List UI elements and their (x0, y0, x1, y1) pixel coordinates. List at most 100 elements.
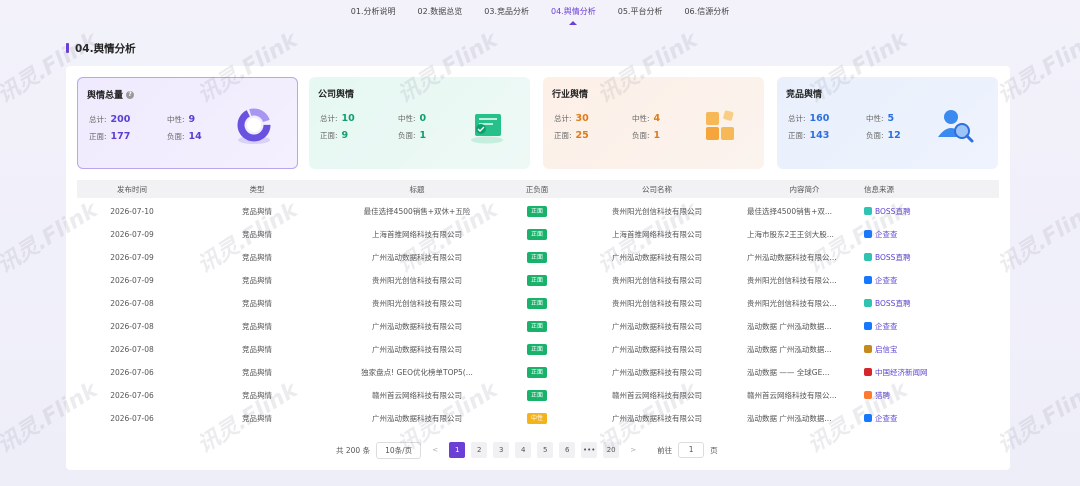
page-button-2[interactable]: 2 (471, 442, 488, 458)
card-title-text: 竞品舆情 (786, 90, 823, 100)
table-row[interactable]: 2026-07-06 竞品舆情 赣州首云网络科技有限公司 正面 赣州首云网络科技有限公司… (77, 384, 999, 407)
goto-page-input[interactable]: 1 (678, 442, 705, 458)
header-sentiment[interactable]: 正负面 (507, 184, 567, 195)
card-competitor-sentiment[interactable]: 竞品舆情 总计: 160 中性: 5 正面: 143 负面: 12 (777, 77, 998, 169)
source-link[interactable]: BOSS直聘 (864, 252, 910, 263)
cell-title[interactable]: 广州泓动数据科技有限公司 (327, 413, 507, 424)
card-industry-sentiment[interactable]: 行业舆情 总计: 30 中性: 4 正面: 25 负面: 1 (543, 77, 764, 169)
stat-positive-label: 正面: (89, 132, 107, 141)
stat-total: 总计: 10 (320, 113, 398, 124)
page-size-select[interactable]: 10条/页 (376, 441, 422, 459)
cell-summary: 贵州阳光创信科技有限公... (747, 276, 837, 285)
stat-total-label: 总计: (320, 114, 338, 123)
source-link[interactable]: 猎聘 (864, 390, 890, 401)
tab-competitor-analysis[interactable]: 03.竞品分析 (473, 0, 540, 26)
source-link[interactable]: 企查查 (864, 413, 898, 424)
cell-summary: 泓动数据 —— 全球GE... (747, 368, 830, 377)
stat-neutral: 中性: 4 (632, 113, 692, 124)
prev-page-button[interactable]: < (427, 442, 443, 458)
cell-title[interactable]: 广州泓动数据科技有限公司 (327, 344, 507, 355)
cell-title[interactable]: 贵州阳光创信科技有限公司 (327, 298, 507, 309)
tab-sentiment-analysis[interactable]: 04.舆情分析 (540, 0, 607, 26)
source-link[interactable]: 企查查 (864, 321, 898, 332)
cell-company: 赣州首云网络科技有限公司 (612, 391, 702, 400)
card-title: 公司舆情 (318, 87, 521, 100)
cell-date: 2026-07-09 (110, 253, 154, 262)
stat-negative-value: 1 (653, 130, 661, 141)
cell-title[interactable]: 最佳选择4500销售+双休+五险 (327, 206, 507, 217)
table-header: 发布时间 类型 标题 正负面 公司名称 内容简介 信息来源 (77, 180, 999, 198)
cell-source[interactable]: 企查查 (862, 275, 969, 287)
header-type[interactable]: 类型 (187, 184, 327, 195)
page-button-5[interactable]: 5 (537, 442, 554, 458)
cell-company: 上海首推网络科技有限公司 (612, 230, 702, 239)
next-page-button[interactable]: > (625, 442, 641, 458)
total-count: 共 200 条 (336, 445, 371, 455)
source-link[interactable]: BOSS直聘 (864, 206, 910, 217)
source-name: 企查查 (875, 275, 898, 285)
table-row[interactable]: 2026-07-08 竞品舆情 广州泓动数据科技有限公司 正面 广州泓动数据科技有限公司… (77, 338, 999, 361)
stat-positive-value: 177 (110, 131, 131, 142)
header-publish-time[interactable]: 发布时间 (77, 184, 187, 195)
cell-source[interactable]: 企查查 (862, 321, 969, 333)
page-button-1[interactable]: 1 (449, 442, 466, 458)
cell-source[interactable]: 启信宝 (862, 344, 969, 356)
tab-analysis-description[interactable]: 01.分析说明 (340, 0, 407, 26)
help-icon[interactable]: ? (126, 90, 135, 99)
page-button-20[interactable]: 20 (603, 442, 620, 458)
page-button-6[interactable]: 6 (559, 442, 576, 458)
cell-title[interactable]: 独家盘点! GEO优化榜单TOP5(... (327, 367, 507, 378)
table-row[interactable]: 2026-07-08 竞品舆情 广州泓动数据科技有限公司 正面 广州泓动数据科技有限公司… (77, 315, 999, 338)
cell-source[interactable]: 猎聘 (862, 390, 969, 402)
cell-title[interactable]: 广州泓动数据科技有限公司 (327, 252, 507, 263)
header-summary[interactable]: 内容简介 (747, 184, 862, 195)
source-logo-icon (864, 299, 872, 308)
tab-data-overview[interactable]: 02.数据总览 (407, 0, 474, 26)
cell-sentiment: 正面 (507, 229, 567, 240)
cell-summary: 泓动数据 广州泓动数据... (747, 414, 832, 423)
page-title: 04.舆情分析 (66, 41, 136, 56)
cell-source[interactable]: BOSS直聘 (862, 206, 969, 218)
stat-total-value: 160 (809, 113, 830, 124)
cell-source[interactable]: 企查查 (862, 413, 969, 425)
source-link[interactable]: 企查查 (864, 229, 898, 240)
sentiment-badge: 正面 (526, 321, 547, 332)
stat-positive: 正面: 177 (89, 131, 167, 142)
header-source[interactable]: 信息来源 (862, 184, 969, 195)
cell-sentiment: 正面 (507, 206, 567, 217)
page-button-3[interactable]: 3 (493, 442, 510, 458)
cell-type: 竞品舆情 (242, 414, 272, 423)
cell-source[interactable]: 中国经济新闻网 (862, 367, 969, 379)
cell-source[interactable]: BOSS直聘 (862, 298, 969, 310)
header-title[interactable]: 标题 (327, 184, 507, 195)
cell-title[interactable]: 广州泓动数据科技有限公司 (327, 321, 507, 332)
source-link[interactable]: BOSS直聘 (864, 298, 910, 309)
cell-title[interactable]: 赣州首云网络科技有限公司 (327, 390, 507, 401)
tab-platform-analysis[interactable]: 05.平台分析 (607, 0, 674, 26)
goto-suffix: 页 (710, 445, 718, 455)
source-link[interactable]: 企查查 (864, 275, 898, 286)
cell-type: 竞品舆情 (242, 253, 272, 262)
table-row[interactable]: 2026-07-06 竞品舆情 广州泓动数据科技有限公司 中性 广州泓动数据科技有限公司… (77, 407, 999, 430)
table-row[interactable]: 2026-07-08 竞品舆情 贵州阳光创信科技有限公司 正面 贵州阳光创信科技有限公司… (77, 292, 999, 315)
card-company-sentiment[interactable]: 公司舆情 总计: 10 中性: 0 正面: 9 负面: 1 (309, 77, 530, 169)
header-company[interactable]: 公司名称 (567, 184, 747, 195)
tab-source-analysis[interactable]: 06.信源分析 (673, 0, 740, 26)
table-row[interactable]: 2026-07-06 竞品舆情 独家盘点! GEO优化榜单TOP5(... 正面 广州泓… (77, 361, 999, 384)
page-button-4[interactable]: 4 (515, 442, 532, 458)
source-link[interactable]: 中国经济新闻网 (864, 367, 928, 378)
cell-source[interactable]: BOSS直聘 (862, 252, 969, 264)
table-row[interactable]: 2026-07-09 竞品舆情 上海首推网络科技有限公司 正面 上海首推网络科技有限公司… (77, 223, 999, 246)
table-row[interactable]: 2026-07-09 竞品舆情 贵州阳光创信科技有限公司 正面 贵州阳光创信科技有限公司… (77, 269, 999, 292)
table-row[interactable]: 2026-07-10 竞品舆情 最佳选择4500销售+双休+五险 正面 贵州阳光创信科技… (77, 200, 999, 223)
stat-total-label: 总计: (89, 115, 107, 124)
cell-title[interactable]: 上海首推网络科技有限公司 (327, 229, 507, 240)
more-pages-button[interactable]: ••• (581, 442, 598, 458)
cell-source[interactable]: 企查查 (862, 229, 969, 241)
cell-title[interactable]: 贵州阳光创信科技有限公司 (327, 275, 507, 286)
table-row[interactable]: 2026-07-09 竞品舆情 广州泓动数据科技有限公司 正面 广州泓动数据科技有限公司… (77, 246, 999, 269)
card-total-sentiment[interactable]: 舆情总量 ? 总计: 200 中性: 9 正面: 177 负面: 14 (77, 77, 298, 169)
stat-total-value: 200 (110, 114, 131, 125)
source-link[interactable]: 启信宝 (864, 344, 898, 355)
stat-positive-value: 25 (575, 130, 589, 141)
